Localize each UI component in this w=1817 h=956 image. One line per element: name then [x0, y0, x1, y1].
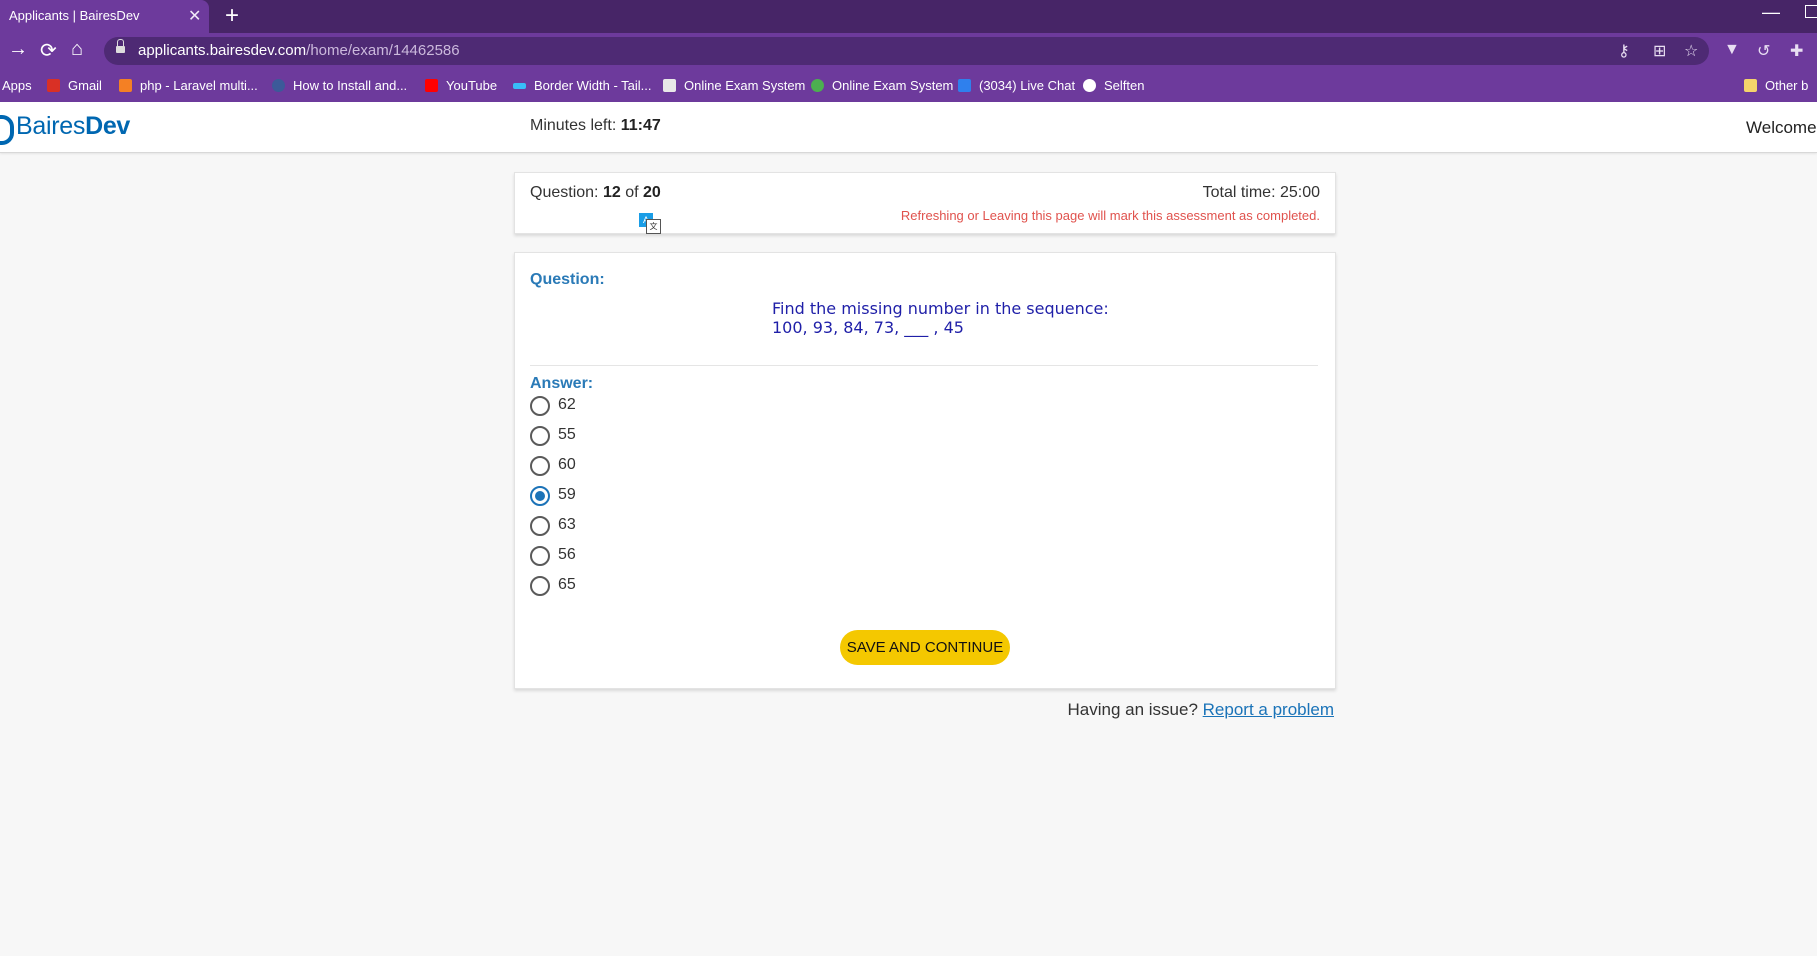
radio-button[interactable] [530, 546, 550, 566]
browser-tab[interactable]: Applicants | BairesDev ✕ [0, 0, 209, 33]
question-heading: Question: [530, 271, 605, 288]
browser-toolbar: → ⟳ ⌂ applicants.bairesdev.com/home/exam… [0, 33, 1817, 69]
bookmarks-bar: Apps Gmail php - Laravel multi... How to… [0, 69, 1817, 102]
globe-icon [272, 79, 285, 92]
bookmark-live-chat[interactable]: (3034) Live Chat [958, 78, 1075, 93]
radio-button[interactable] [530, 426, 550, 446]
puzzle-icon[interactable]: ✚ [1790, 41, 1803, 61]
bookmark-online-exam-1[interactable]: Online Exam System [663, 78, 805, 93]
question-text: Find the missing number in the sequence:… [772, 299, 1109, 337]
selften-icon [1083, 79, 1096, 92]
exam-globe-icon [811, 79, 824, 92]
radio-button[interactable] [530, 456, 550, 476]
radio-button[interactable] [530, 576, 550, 596]
chat-icon [958, 79, 971, 92]
browser-tabstrip: Applicants | BairesDev ✕ + — [0, 0, 1817, 33]
stackoverflow-icon [119, 79, 132, 92]
progress-card: Question: 12 of 20 A文 Total time: 25:00 … [514, 172, 1336, 234]
bookmark-stackoverflow[interactable]: php - Laravel multi... [119, 78, 258, 93]
total-time: Total time: 25:00 [1202, 184, 1320, 201]
extension-v-icon[interactable]: ▼ [1724, 41, 1740, 59]
divider [530, 365, 1318, 366]
answer-option[interactable]: 59 [530, 483, 730, 509]
bookmark-gmail[interactable]: Gmail [47, 78, 102, 93]
bairesdev-logo-icon [0, 115, 14, 145]
answer-option[interactable]: 62 [530, 393, 730, 419]
forward-arrow-icon[interactable]: → [8, 38, 28, 61]
bookmark-online-exam-2[interactable]: Online Exam System [811, 78, 953, 93]
bookmark-other[interactable]: Other b [1744, 78, 1808, 93]
bookmark-apps[interactable]: Apps [2, 78, 32, 93]
answer-option[interactable]: 56 [530, 543, 730, 569]
radio-button[interactable] [530, 486, 550, 506]
save-and-continue-button[interactable]: SAVE AND CONTINUE [840, 630, 1010, 665]
bairesdev-logo[interactable]: BairesDev [16, 112, 130, 141]
radio-button[interactable] [530, 516, 550, 536]
answer-option[interactable]: 63 [530, 513, 730, 539]
home-icon[interactable]: ⌂ [71, 38, 83, 61]
question-counter: Question: 12 of 20 [530, 184, 661, 201]
question-card: Question: Find the missing number in the… [514, 252, 1336, 689]
minutes-left: Minutes left: 11:47 [530, 117, 661, 134]
new-tab-button[interactable]: + [225, 2, 239, 30]
gmail-icon [47, 79, 60, 92]
folder-icon [1744, 79, 1757, 92]
key-icon[interactable]: ⚷ [1618, 41, 1630, 61]
answer-option[interactable]: 55 [530, 423, 730, 449]
tab-title: Applicants | BairesDev [9, 8, 140, 23]
youtube-icon [425, 79, 438, 92]
welcome-text: Welcome [1746, 118, 1817, 137]
address-bar[interactable]: applicants.bairesdev.com/home/exam/14462… [104, 37, 1709, 65]
bookmark-selften[interactable]: Selften [1083, 78, 1144, 93]
lock-icon[interactable] [116, 39, 125, 53]
question-line-2: 100, 93, 84, 73, ___ , 45 [772, 318, 964, 337]
answer-heading: Answer: [530, 375, 594, 392]
extension-refresh-icon[interactable]: ↺ [1757, 41, 1770, 61]
tailwind-icon [513, 83, 526, 89]
answer-option[interactable]: 60 [530, 453, 730, 479]
radio-button[interactable] [530, 396, 550, 416]
minimize-icon[interactable]: — [1762, 2, 1780, 23]
report-issue: Having an issue? Report a problem [1067, 700, 1335, 719]
answer-option[interactable]: 65 [530, 573, 730, 599]
exam-icon [663, 79, 676, 92]
reload-icon[interactable]: ⟳ [40, 38, 57, 63]
translate-page-icon[interactable]: ⊞ [1653, 41, 1666, 61]
report-problem-link[interactable]: Report a problem [1203, 700, 1334, 719]
bookmark-how-to-install[interactable]: How to Install and... [272, 78, 407, 93]
question-line-1: Find the missing number in the sequence: [772, 299, 1109, 318]
maximize-icon[interactable] [1805, 5, 1817, 18]
star-icon[interactable]: ☆ [1684, 41, 1698, 61]
url-text[interactable]: applicants.bairesdev.com/home/exam/14462… [138, 42, 460, 59]
site-header: BairesDev Minutes left: 11:47 Welcome [0, 102, 1817, 153]
bookmark-tailwind[interactable]: Border Width - Tail... [513, 78, 652, 93]
bookmark-youtube[interactable]: YouTube [425, 78, 497, 93]
tab-close-icon[interactable]: ✕ [188, 6, 201, 26]
translate-icon[interactable]: A文 [639, 213, 661, 234]
leave-warning: Refreshing or Leaving this page will mar… [900, 208, 1320, 223]
